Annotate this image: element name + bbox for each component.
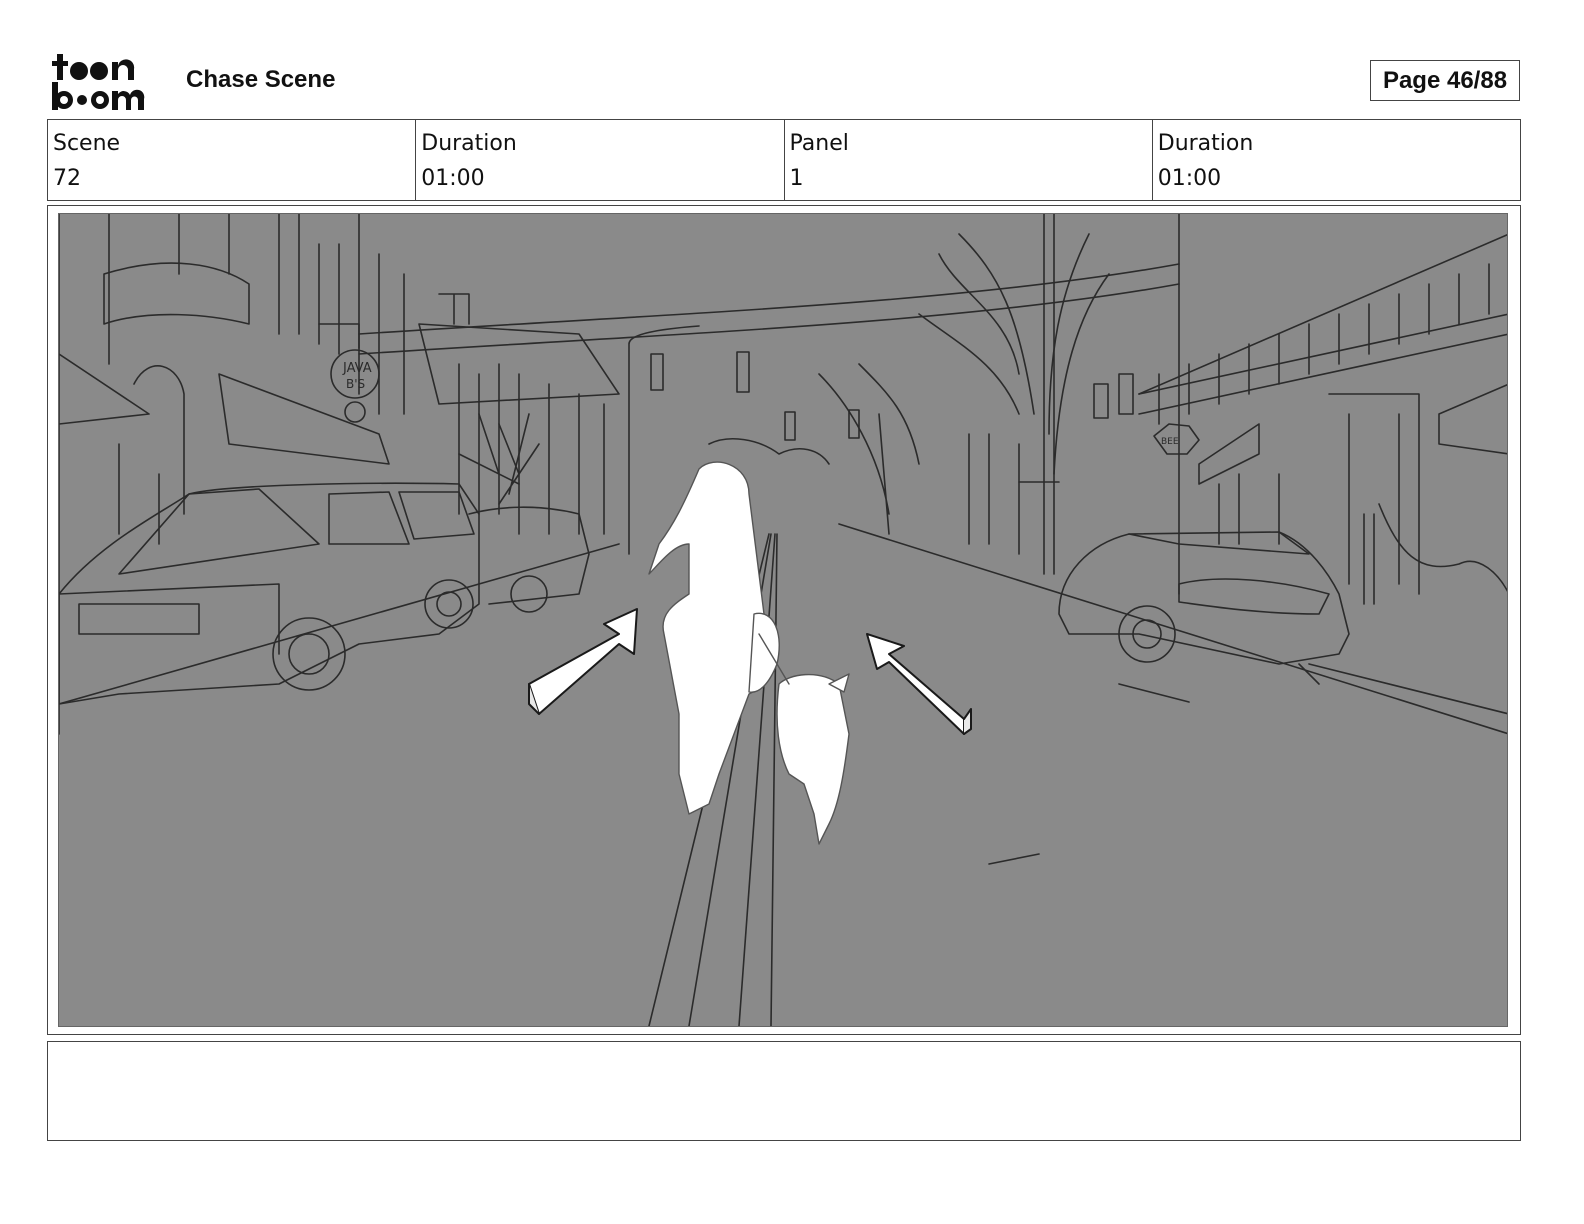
scene-info-table: Scene 72 Duration 01:00 Panel 1 Duration…: [47, 119, 1521, 201]
bee-sign-text: BEE: [1161, 437, 1179, 447]
panel-value: 1: [789, 166, 804, 191]
document-title: Chase Scene: [186, 66, 336, 93]
panel-duration-label: Duration: [1157, 131, 1254, 156]
parked-cars-left: [59, 482, 590, 705]
scene-cell: Scene 72: [48, 120, 415, 200]
bee-sign: BEE: [1153, 423, 1200, 455]
parked-car-right: [1058, 531, 1350, 685]
panel-label: Panel: [789, 131, 849, 156]
panel-duration-cell: Duration 01:00: [1151, 120, 1520, 200]
road-lines: [59, 523, 1507, 1026]
panel-cell: Panel 1: [783, 120, 1152, 200]
left-buildings: [59, 214, 620, 735]
running-character: [648, 461, 850, 845]
scene-duration-value: 01:00: [421, 166, 485, 191]
sign-word-bs: B'S: [346, 377, 365, 391]
panel-duration-value: 01:00: [1157, 166, 1222, 191]
scene-duration-cell: Duration 01:00: [415, 120, 783, 200]
sign-word-java: JAVA: [342, 361, 372, 376]
trees: [458, 233, 1110, 535]
traffic-lights: [358, 214, 1180, 575]
toon-boom-logo: [52, 52, 164, 112]
storyboard-panel-image: JAVA B'S BEE: [58, 213, 1508, 1027]
scene-label: Scene: [53, 131, 121, 156]
page-indicator: Page 46/88: [1370, 60, 1520, 101]
panel-notes: [47, 1041, 1521, 1141]
scene-value: 72: [53, 166, 81, 191]
java-bs-sign: JAVA B'S: [318, 323, 380, 423]
scene-duration-label: Duration: [421, 131, 517, 156]
